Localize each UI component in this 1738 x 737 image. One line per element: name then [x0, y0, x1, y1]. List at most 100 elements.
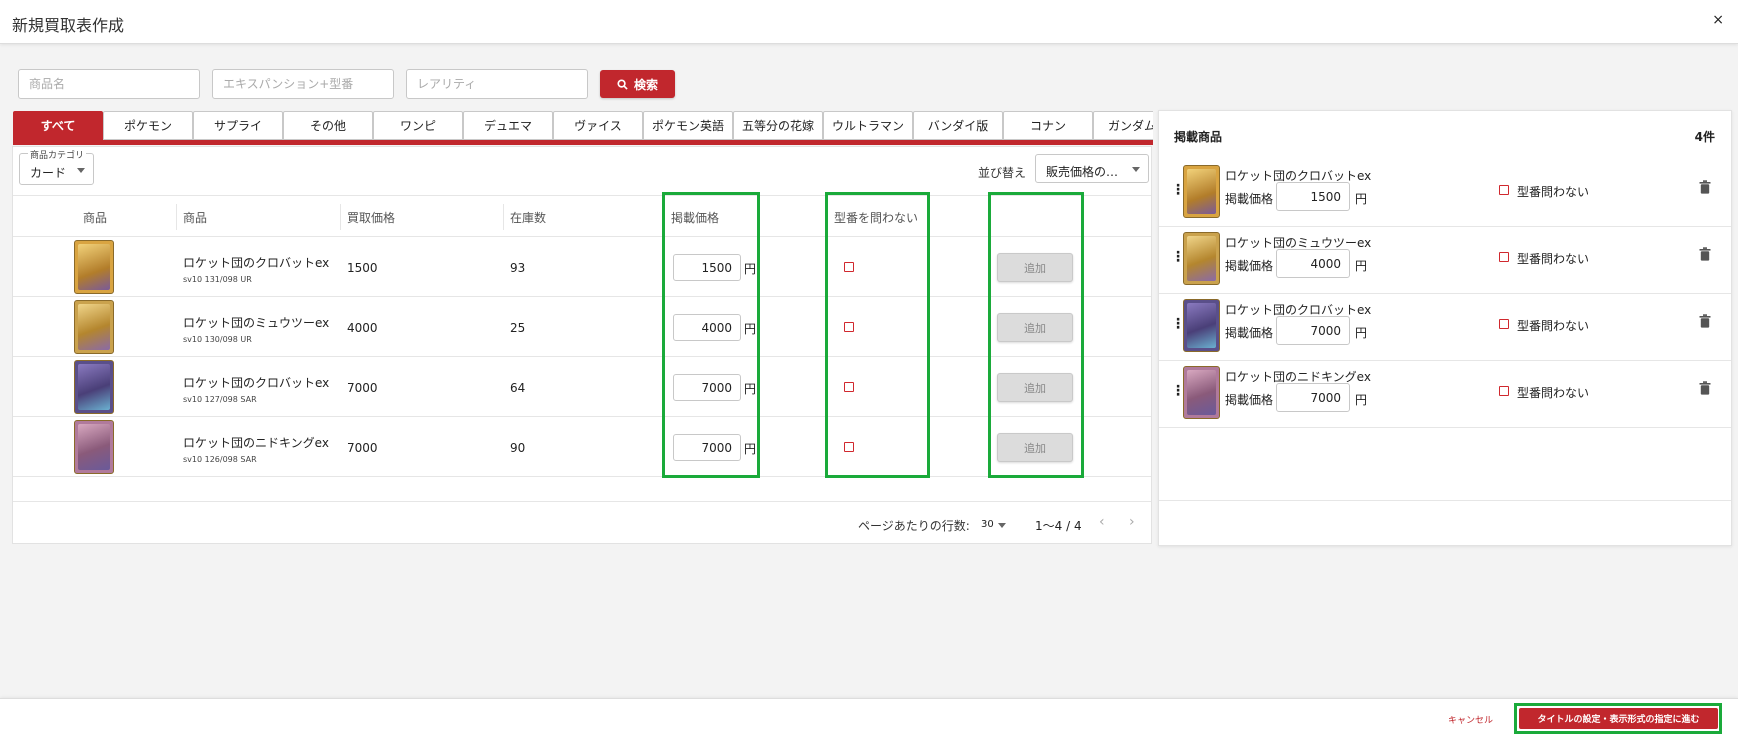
card-thumbnail	[74, 360, 114, 414]
listed-price-input[interactable]	[673, 314, 741, 341]
any-model-checkbox[interactable]	[1499, 252, 1509, 262]
cancel-button[interactable]: キャンセル	[1448, 713, 1493, 726]
chevron-down-icon	[77, 168, 85, 173]
header-stock: 在庫数	[510, 211, 547, 225]
listed-products-title: 掲載商品	[1174, 130, 1223, 144]
listed-products-count: 4件	[1694, 130, 1715, 144]
item-price-input[interactable]	[1276, 383, 1350, 412]
table-row: ロケット団のクロバットex sv10 131/098 UR 1500 93 円 …	[13, 237, 1151, 297]
price-label: 掲載価格	[1225, 393, 1274, 407]
header-separator	[340, 204, 341, 230]
category-tabs: すべて ポケモン サプライ その他 ワンピ デュエマ ヴァイス ポケモン英語 五…	[13, 111, 1153, 145]
listed-products-panel: 掲載商品 4件 ⋮ ロケット団のクロバットex 掲載価格 円 型番問わない ⋮ …	[1158, 110, 1732, 546]
tab-quintessential[interactable]: 五等分の花嫁	[733, 111, 823, 140]
expansion-input[interactable]	[212, 69, 394, 99]
list-item: ⋮ ロケット団のクロバットex 掲載価格 円 型番問わない	[1159, 160, 1731, 227]
chevron-left-icon[interactable]: ‹	[1099, 514, 1105, 530]
search-button[interactable]: 検索	[600, 70, 675, 98]
yen-unit: 円	[744, 442, 757, 456]
yen-unit: 円	[744, 382, 757, 396]
tab-pokemon[interactable]: ポケモン	[103, 111, 193, 140]
trash-icon[interactable]	[1699, 180, 1711, 194]
product-code: sv10 126/098 SAR	[183, 455, 257, 464]
card-thumbnail	[1183, 366, 1220, 419]
product-name: ロケット団のミュウツーex	[183, 316, 330, 330]
add-button[interactable]: 追加	[997, 313, 1073, 342]
header-name: 商品	[183, 211, 208, 225]
card-thumbnail	[1183, 299, 1220, 352]
any-model-label: 型番問わない	[1517, 252, 1590, 266]
stock-count: 93	[510, 261, 526, 275]
product-name: ロケット団のクロバットex	[183, 256, 330, 270]
chevron-right-icon[interactable]: ›	[1129, 514, 1135, 530]
next-step-button[interactable]: タイトルの設定・表示形式の指定に進む	[1519, 708, 1718, 729]
tab-underline	[13, 140, 1153, 145]
dialog-header: 新規買取表作成 ×	[0, 0, 1738, 44]
add-button[interactable]: 追加	[997, 253, 1073, 282]
any-model-checkbox[interactable]	[844, 262, 854, 272]
price-label: 掲載価格	[1225, 259, 1274, 273]
price-label: 掲載価格	[1225, 192, 1274, 206]
tab-ultraman[interactable]: ウルトラマン	[823, 111, 913, 140]
tab-onepiece[interactable]: ワンピ	[373, 111, 463, 140]
trash-icon[interactable]	[1699, 314, 1711, 328]
buy-price: 7000	[347, 441, 378, 455]
yen-unit: 円	[1355, 192, 1368, 206]
product-name-input[interactable]	[18, 69, 200, 99]
listed-price-input[interactable]	[673, 434, 741, 461]
any-model-checkbox[interactable]	[844, 442, 854, 452]
listed-price-input[interactable]	[673, 374, 741, 401]
rarity-input[interactable]	[406, 69, 588, 99]
any-model-checkbox[interactable]	[1499, 386, 1509, 396]
sort-value: 販売価格の…	[1046, 165, 1119, 179]
tab-pokemon-english[interactable]: ポケモン英語	[643, 111, 733, 140]
stock-count: 25	[510, 321, 526, 335]
tab-duelmasters[interactable]: デュエマ	[463, 111, 553, 140]
close-icon[interactable]: ×	[1712, 12, 1724, 28]
buy-price: 1500	[347, 261, 378, 275]
tab-all[interactable]: すべて	[13, 111, 103, 140]
item-price-input[interactable]	[1276, 182, 1350, 211]
any-model-checkbox[interactable]	[1499, 185, 1509, 195]
table-row: ロケット団のニドキングex sv10 126/098 SAR 7000 90 円…	[13, 417, 1151, 477]
add-button[interactable]: 追加	[997, 373, 1073, 402]
chevron-down-icon	[1132, 167, 1140, 172]
tab-gundam[interactable]: ガンダム	[1093, 111, 1153, 140]
any-model-checkbox[interactable]	[844, 322, 854, 332]
header-buy-price: 買取価格	[347, 211, 396, 225]
any-model-checkbox[interactable]	[1499, 319, 1509, 329]
item-price-input[interactable]	[1276, 249, 1350, 278]
buy-price: 7000	[347, 381, 378, 395]
card-thumbnail	[1183, 165, 1220, 218]
list-item: ⋮ ロケット団のニドキングex 掲載価格 円 型番問わない	[1159, 361, 1731, 428]
listed-price-input[interactable]	[673, 254, 741, 281]
sort-label: 並び替え	[978, 166, 1027, 180]
tab-bandai[interactable]: バンダイ版	[913, 111, 1003, 140]
table-footer-divider	[13, 501, 1151, 502]
add-button[interactable]: 追加	[997, 433, 1073, 462]
search-icon	[617, 78, 628, 90]
tab-supply[interactable]: サプライ	[193, 111, 283, 140]
item-price-input[interactable]	[1276, 316, 1350, 345]
trash-icon[interactable]	[1699, 381, 1711, 395]
stock-count: 90	[510, 441, 526, 455]
table-row: ロケット団のクロバットex sv10 127/098 SAR 7000 64 円…	[13, 357, 1151, 417]
pagination-range: 1〜4 / 4	[1035, 519, 1082, 533]
any-model-checkbox[interactable]	[844, 382, 854, 392]
card-thumbnail	[1183, 232, 1220, 285]
yen-unit: 円	[1355, 326, 1368, 340]
product-code: sv10 127/098 SAR	[183, 395, 257, 404]
product-code: sv10 130/098 UR	[183, 335, 252, 344]
product-table-panel: 商品カテゴリ カード 並び替え 販売価格の… 商品 商品 買取価格 在庫数 掲載…	[12, 146, 1152, 544]
trash-icon[interactable]	[1699, 247, 1711, 261]
any-model-label: 型番問わない	[1517, 386, 1590, 400]
tab-weiss[interactable]: ヴァイス	[553, 111, 643, 140]
sort-select[interactable]: 販売価格の…	[1035, 154, 1149, 183]
tab-other[interactable]: その他	[283, 111, 373, 140]
any-model-label: 型番問わない	[1517, 319, 1590, 333]
category-value: カード	[30, 166, 67, 180]
category-select[interactable]: 商品カテゴリ カード	[19, 148, 94, 185]
product-code: sv10 131/098 UR	[183, 275, 252, 284]
tab-conan[interactable]: コナン	[1003, 111, 1093, 140]
rows-per-page-select[interactable]: 30	[981, 519, 1006, 530]
